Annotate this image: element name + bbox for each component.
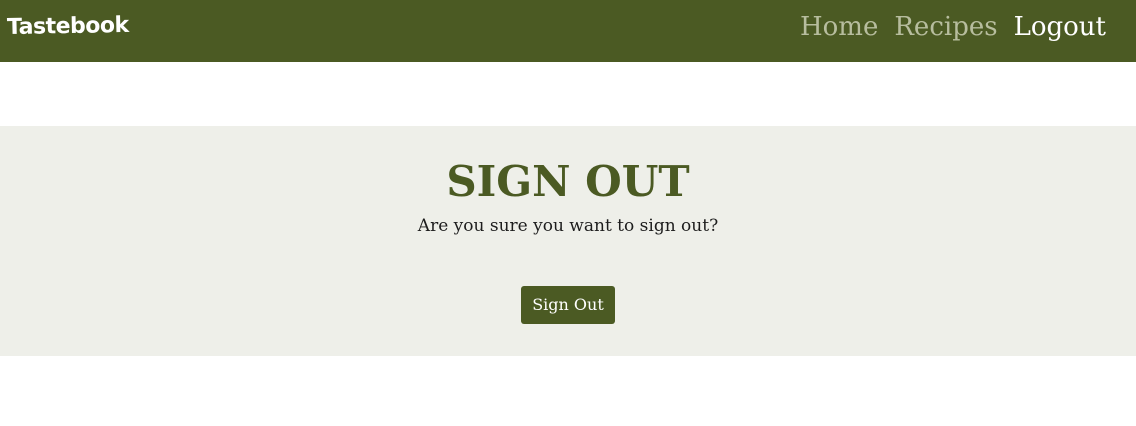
nav-links: Home Recipes Logout	[800, 10, 1106, 44]
sign-out-button[interactable]: Sign Out	[521, 286, 615, 324]
nav-link-home[interactable]: Home	[800, 10, 878, 44]
brand-logo[interactable]: Tastebook	[7, 13, 129, 40]
nav-link-logout[interactable]: Logout	[1014, 10, 1106, 44]
confirm-message: Are you sure you want to sign out?	[417, 216, 719, 236]
sign-out-panel: SIGN OUT Are you sure you want to sign o…	[0, 126, 1136, 356]
page-title: SIGN OUT	[446, 157, 690, 206]
navbar: Tastebook Home Recipes Logout	[0, 0, 1136, 62]
nav-link-recipes[interactable]: Recipes	[894, 10, 997, 44]
